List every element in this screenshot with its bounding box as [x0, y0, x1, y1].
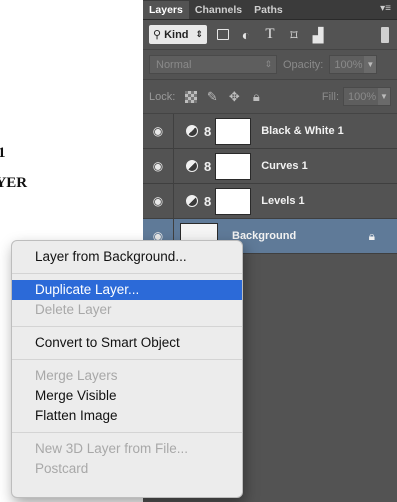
eye-icon[interactable]: ◉ — [143, 124, 173, 138]
lock-transparent-pixels-icon[interactable] — [185, 90, 198, 103]
tab-channels[interactable]: Channels — [189, 1, 248, 19]
layer-name[interactable]: Black & White 1 — [261, 125, 344, 137]
menu-item-delete-layer: Delete Layer — [35, 302, 112, 317]
tab-layers[interactable]: Layers — [143, 1, 189, 19]
adjustment-layer-icon — [186, 160, 198, 172]
opacity-value: 100% — [334, 58, 363, 71]
document-text-line-2: AYER — [0, 175, 28, 191]
fill-value: 100% — [348, 90, 377, 103]
opacity-label: Opacity: — [283, 58, 324, 71]
blend-row: Normal ⇕ Opacity: 100% ▼ — [143, 50, 397, 80]
menu-item-new-3d-layer-from-file: New 3D Layer from File... — [35, 441, 189, 456]
image-filter-icon[interactable] — [217, 29, 229, 40]
menu-separator — [12, 432, 242, 433]
filter-kind-select[interactable]: ⚲ Kind ⇕ — [149, 25, 207, 44]
lock-row: Lock: ✎ ✥ 🔒︎ Fill: 100% ▼ — [143, 80, 397, 114]
chain-link-icon[interactable]: 8 — [204, 194, 211, 209]
layer-row[interactable]: ◉ 8 Levels 1 — [143, 183, 397, 219]
lock-label: Lock: — [149, 90, 176, 103]
menu-item-convert-to-smart-object[interactable]: Convert to Smart Object — [12, 333, 242, 353]
divider — [173, 148, 174, 184]
layer-row[interactable]: ◉ 8 Curves 1 — [143, 148, 397, 184]
fill-label: Fill: — [321, 90, 339, 103]
chain-link-icon[interactable]: 8 — [204, 159, 211, 174]
menu-separator — [12, 273, 242, 274]
lock-position-icon[interactable]: ✥ — [227, 89, 241, 105]
smart-object-filter-icon[interactable]: ▟ — [311, 28, 325, 42]
type-filter-icon[interactable]: T — [263, 27, 277, 42]
layer-mask-thumbnail[interactable] — [215, 152, 252, 180]
menu-item-layer-from-background[interactable]: Layer from Background... — [12, 247, 242, 267]
menu-item-merge-layers: Merge Layers — [35, 368, 118, 383]
layer-mask-thumbnail[interactable] — [215, 187, 252, 215]
chain-link-icon[interactable]: 8 — [204, 124, 211, 139]
fill-field[interactable]: 100% ▼ — [343, 87, 391, 106]
shape-filter-icon[interactable]: ⌑ — [287, 28, 301, 42]
adjustment-filter-icon[interactable]: ◐ — [239, 28, 253, 42]
menu-separator — [12, 359, 242, 360]
blend-mode-select[interactable]: Normal ⇕ — [149, 55, 277, 74]
layer-name[interactable]: Levels 1 — [261, 195, 304, 207]
lock-image-pixels-icon[interactable]: ✎ — [205, 89, 219, 105]
chevron-down-icon[interactable]: ▼ — [364, 56, 377, 73]
menu-item-duplicate-layer[interactable]: Duplicate Layer... — [12, 280, 242, 300]
layer-name[interactable]: Curves 1 — [261, 160, 307, 172]
layer-context-menu: Layer from Background... Duplicate Layer… — [11, 240, 243, 498]
select-arrows-icon: ⇕ — [195, 29, 203, 39]
blend-mode-value: Normal — [156, 58, 192, 71]
eye-icon[interactable]: ◉ — [143, 194, 173, 208]
eye-icon[interactable]: ◉ — [143, 159, 173, 173]
menu-item-postcard: Postcard — [35, 461, 89, 476]
adjustment-layer-icon — [186, 125, 198, 137]
fill-control: Fill: 100% ▼ — [322, 87, 391, 106]
select-arrows-icon: ⇕ — [264, 59, 272, 69]
adjustment-layer-icon — [186, 195, 198, 207]
chevron-down-icon[interactable]: ▼ — [378, 88, 390, 105]
panel-tabs: Layers Channels Paths ▾≡ — [143, 0, 397, 20]
lock-icon: 🔒︎ — [368, 229, 375, 243]
lock-all-icon[interactable]: 🔒︎ — [249, 89, 263, 105]
layer-row[interactable]: ◉ 8 Black & White 1 — [143, 113, 397, 149]
document-text-line-1: 1 — [0, 145, 6, 161]
panel-menu-icon[interactable]: ▾≡ — [380, 3, 391, 14]
layer-filter-row: ⚲ Kind ⇕ ◐ T ⌑ ▟ — [143, 20, 397, 50]
search-icon: ⚲ — [153, 29, 162, 41]
layer-name[interactable]: Background — [232, 230, 296, 242]
menu-item-merge-visible[interactable]: Merge Visible — [12, 386, 242, 406]
filter-toggle[interactable] — [381, 26, 389, 43]
menu-separator — [12, 326, 242, 327]
tab-paths[interactable]: Paths — [248, 1, 289, 19]
layer-mask-thumbnail[interactable] — [215, 117, 252, 145]
filter-kind-label: Kind — [164, 28, 189, 41]
menu-item-flatten-image[interactable]: Flatten Image — [12, 406, 242, 426]
divider — [173, 113, 174, 149]
opacity-field[interactable]: 100% ▼ — [329, 55, 378, 74]
divider — [173, 183, 174, 219]
